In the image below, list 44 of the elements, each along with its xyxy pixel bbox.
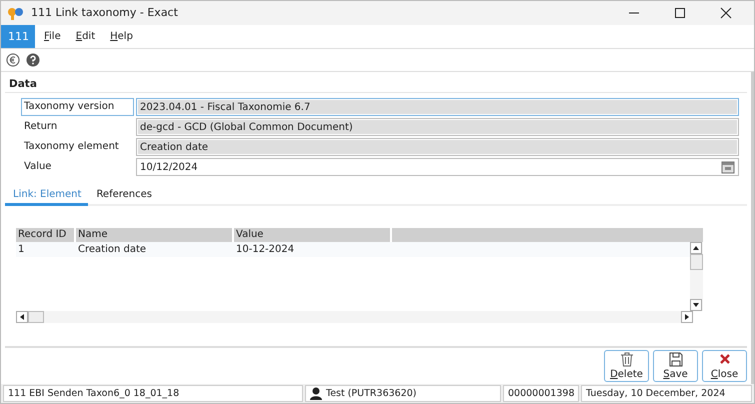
status-date: Tuesday, 10 December, 2024 [581,385,752,402]
input-field[interactable]: 2023.04.01 - Fiscal Taxonomie 6.7 [136,98,739,116]
user-icon [310,387,322,400]
scroll-left-icon[interactable] [20,314,24,320]
status-company: 111 EBI Senden Taxon6_0 18_01_18 [3,385,303,402]
horizontal-scrollbar[interactable] [16,311,693,324]
table-cell-text: 10-12-2024 [235,244,296,256]
close-icon[interactable] [720,6,732,19]
tab[interactable]: References [88,187,160,206]
menu-item[interactable]: File [35,24,67,48]
column-header[interactable]: Name [76,228,232,242]
table-cell-text: 1 [17,244,26,256]
app-logo-icon [7,6,25,20]
scroll-down-icon[interactable] [693,303,699,308]
trash-icon [620,352,634,368]
vertical-scrollbar[interactable] [690,242,703,312]
field-label: Return [23,120,58,134]
column-header[interactable]: Value [234,228,390,242]
date-field[interactable]: 10/12/2024 [136,158,739,176]
status-number: 00000001398 [503,385,579,402]
status-user: Test (PUTR363620) [326,388,416,400]
delete-button[interactable]: Delete [604,350,649,382]
save-button[interactable]: Save [653,350,698,382]
scroll-up-icon[interactable] [693,246,699,250]
input-field[interactable]: Creation date [136,138,739,156]
field-label: Value [23,160,52,174]
help-icon[interactable] [26,53,40,68]
scrollbar-thumb[interactable] [28,311,44,324]
field-label: Taxonomy element [23,140,120,154]
close-button[interactable]: Close [702,350,747,382]
scrollbar-thumb[interactable] [690,254,703,270]
section-title: Data [5,78,747,94]
menu-item[interactable]: Edit [66,24,102,48]
field-label: Taxonomy version [21,98,134,116]
tab[interactable]: Link: Element [5,187,88,206]
input-field[interactable]: de-gcd - GCD (Global Common Document) [136,118,739,136]
menu-item[interactable]: Help [101,24,139,48]
table-cell-text: Creation date [77,244,148,256]
scroll-right-icon[interactable] [685,314,689,320]
euro-icon[interactable] [6,53,20,68]
calendar-icon[interactable] [721,160,735,174]
column-header[interactable]: Record ID [16,228,74,242]
window-title: 111 Link taxonomy - Exact [31,6,178,20]
maximize-icon[interactable] [674,6,686,19]
